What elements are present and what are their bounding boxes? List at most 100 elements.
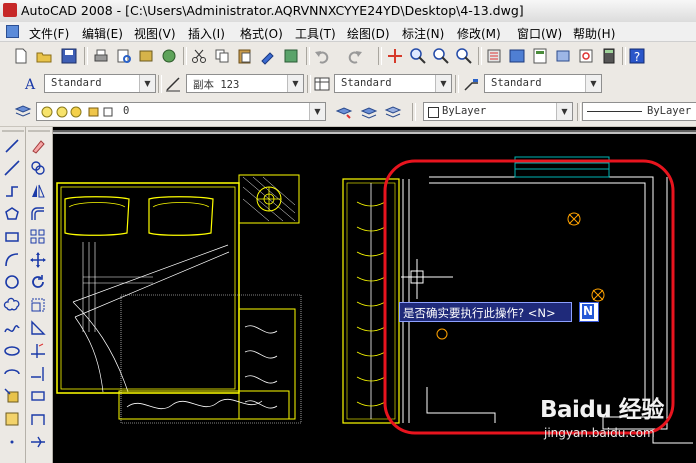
menu-bar: 文件(F) 编辑(E) 视图(V) 插入(I) 格式(O) 工具(T) 绘图(D… — [0, 22, 696, 42]
redo-icon[interactable] — [346, 47, 364, 65]
table-style-combo[interactable]: Standard ▼ — [334, 74, 452, 93]
dimension-style-combo[interactable]: 副本 123 ▼ — [186, 74, 304, 93]
separator — [158, 75, 162, 93]
circle-icon[interactable] — [3, 273, 21, 291]
draw-modify-toolbars — [0, 127, 53, 463]
layer-properties-icon[interactable] — [14, 103, 32, 121]
spline-icon[interactable] — [3, 319, 21, 337]
block-editor-icon[interactable] — [282, 47, 300, 65]
linetype-sample — [587, 111, 642, 112]
plot-icon[interactable] — [92, 47, 110, 65]
menu-file[interactable]: 文件(F) — [29, 25, 69, 42]
make-current-layer-icon[interactable] — [335, 103, 353, 121]
quickcalc-icon[interactable] — [600, 47, 618, 65]
offset-icon[interactable] — [29, 205, 47, 223]
rectangle-icon[interactable] — [3, 228, 21, 246]
erase-icon[interactable] — [29, 137, 47, 155]
chevron-down-icon: ▼ — [309, 103, 325, 120]
menu-window[interactable]: 窗口(W) — [517, 25, 562, 42]
chevron-down-icon: ▼ — [556, 103, 572, 120]
stretch-icon[interactable] — [29, 319, 47, 337]
move-icon[interactable] — [29, 251, 47, 269]
color-value: ByLayer — [442, 105, 487, 117]
polygon-icon[interactable] — [3, 205, 21, 223]
cut-icon[interactable] — [190, 47, 208, 65]
linetype-control-combo[interactable]: ByLayer — [582, 102, 696, 121]
rug — [118, 294, 302, 424]
wardrobe — [342, 178, 400, 424]
ellipse-icon[interactable] — [3, 342, 21, 360]
tool-palettes-icon[interactable] — [531, 47, 549, 65]
prompt-message: 是否确实要执行此操作? <N> — [403, 306, 556, 320]
scale-icon[interactable] — [29, 296, 47, 314]
text-style-value: Standard — [51, 77, 102, 89]
plot-preview-icon[interactable] — [115, 47, 133, 65]
paste-icon[interactable] — [236, 47, 254, 65]
revision-cloud-icon[interactable] — [3, 296, 21, 314]
chamfer-icon[interactable] — [29, 433, 47, 451]
properties-icon[interactable] — [485, 47, 503, 65]
help-icon[interactable]: ? — [628, 47, 646, 65]
trim-icon[interactable] — [29, 342, 47, 360]
layer-states-icon[interactable] — [384, 103, 402, 121]
break-icon[interactable] — [29, 387, 47, 405]
match-properties-icon[interactable] — [259, 47, 277, 65]
separator — [622, 47, 626, 65]
menu-help[interactable]: 帮助(H) — [573, 25, 615, 42]
zoom-window-icon[interactable] — [432, 47, 450, 65]
save-icon[interactable] — [60, 47, 78, 65]
copy-icon[interactable] — [213, 47, 231, 65]
menu-tools[interactable]: 工具(T) — [295, 25, 336, 42]
pan-icon[interactable] — [386, 47, 404, 65]
menu-insert[interactable]: 插入(I) — [188, 25, 225, 42]
multileader-style-combo[interactable]: Standard ▼ — [484, 74, 602, 93]
design-center-icon[interactable] — [508, 47, 526, 65]
extend-icon[interactable] — [29, 365, 47, 383]
prompt-input-field[interactable]: N — [579, 302, 599, 322]
menu-edit[interactable]: 编辑(E) — [82, 25, 123, 42]
menu-view[interactable]: 视图(V) — [134, 25, 176, 42]
mirror-icon[interactable] — [29, 182, 47, 200]
point-icon[interactable] — [3, 433, 21, 451]
copy-object-icon[interactable] — [29, 159, 47, 177]
zoom-realtime-icon[interactable] — [409, 47, 427, 65]
layer-combo[interactable]: 0 ▼ — [36, 102, 326, 121]
menu-dimension[interactable]: 标注(N) — [402, 25, 444, 42]
text-style-icon[interactable]: A — [22, 75, 40, 93]
document-icon[interactable] — [6, 25, 19, 38]
publish-icon[interactable] — [137, 47, 155, 65]
rotate-icon[interactable] — [29, 273, 47, 291]
bed — [56, 182, 240, 394]
table-style-icon[interactable] — [313, 75, 331, 93]
construction-line-icon[interactable] — [3, 159, 21, 177]
multileader-style-value: Standard — [491, 77, 542, 89]
3d-dwf-icon[interactable] — [160, 47, 178, 65]
window-title: AutoCAD 2008 - [C:\Users\Administrator.A… — [21, 3, 524, 18]
ellipse-arc-icon[interactable] — [3, 365, 21, 383]
line-icon[interactable] — [3, 137, 21, 155]
polyline-icon[interactable] — [3, 182, 21, 200]
separator — [478, 47, 482, 65]
layer-previous-icon[interactable] — [360, 103, 378, 121]
zoom-previous-icon[interactable] — [455, 47, 473, 65]
markup-set-manager-icon[interactable] — [577, 47, 595, 65]
arc-icon[interactable] — [3, 251, 21, 269]
menu-draw[interactable]: 绘图(D) — [347, 25, 390, 42]
text-style-combo[interactable]: Standard ▼ — [44, 74, 156, 93]
open-file-icon[interactable] — [35, 47, 53, 65]
make-block-icon[interactable] — [3, 410, 21, 428]
sheet-set-manager-icon[interactable] — [554, 47, 572, 65]
multileader-style-icon[interactable] — [462, 75, 480, 93]
new-file-icon[interactable] — [12, 47, 30, 65]
insert-block-icon[interactable] — [3, 387, 21, 405]
svg-text:A: A — [24, 77, 36, 93]
menu-modify[interactable]: 修改(M) — [457, 25, 501, 42]
menu-format[interactable]: 格式(O) — [240, 25, 283, 42]
dimension-style-icon[interactable] — [164, 75, 182, 93]
array-icon[interactable] — [29, 228, 47, 246]
undo-icon[interactable] — [313, 47, 331, 65]
color-control-combo[interactable]: ByLayer ▼ — [423, 102, 573, 121]
join-icon[interactable] — [29, 410, 47, 428]
layers-toolbar: 0 ▼ ByLayer ▼ ByLayer — [0, 98, 696, 127]
autocad-app-icon[interactable] — [3, 3, 17, 17]
